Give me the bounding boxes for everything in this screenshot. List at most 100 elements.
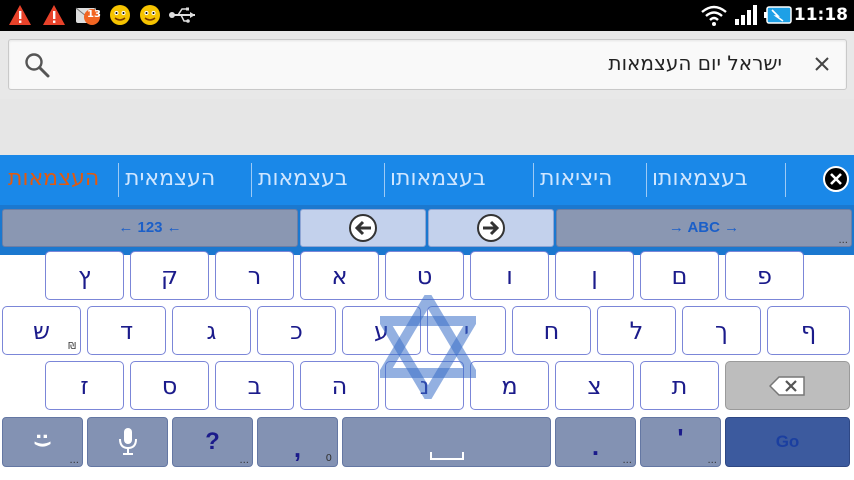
key-label: ק [160, 262, 179, 290]
close-suggestions-icon[interactable] [822, 165, 850, 193]
key-label: ס [161, 372, 178, 400]
key-label: ת [671, 372, 688, 400]
apostrophe-key[interactable]: '... [640, 417, 721, 467]
suggestion-divider [646, 163, 647, 197]
status-bar: 13 11:18 [0, 0, 854, 31]
close-icon[interactable] [812, 54, 832, 74]
backspace-key[interactable] [725, 361, 850, 410]
key[interactable]: ץ [45, 251, 124, 300]
numbers-key[interactable]: ← 123 ← [2, 209, 298, 247]
question-key[interactable]: ?... [172, 417, 253, 467]
key[interactable]: ט [385, 251, 464, 300]
key[interactable]: צ [555, 361, 634, 410]
go-key-label: Go [775, 432, 800, 451]
warning-icon [43, 5, 65, 25]
space-bar-icon [429, 452, 464, 460]
key[interactable]: מ [470, 361, 549, 410]
key[interactable]: י [427, 306, 506, 355]
more-dots: ... [239, 455, 249, 466]
key-label: ט [416, 262, 433, 290]
suggestion-item[interactable]: בעצמאותו [652, 166, 748, 191]
warning-icon [9, 5, 31, 25]
emoji-key-label: :) [32, 432, 53, 449]
comma-key-label: , [293, 433, 302, 463]
key-label: י [463, 317, 470, 345]
suggestion-item[interactable]: בעצמאותו [390, 166, 486, 191]
usb-icon [169, 7, 195, 23]
period-key[interactable]: .... [555, 417, 636, 467]
key[interactable]: ם [640, 251, 719, 300]
suggestion-item[interactable]: היציאות [540, 166, 612, 191]
key[interactable]: ו [470, 251, 549, 300]
search-icon[interactable] [24, 52, 50, 78]
key[interactable]: ן [555, 251, 634, 300]
key[interactable]: ז [45, 361, 124, 410]
key-label: ר [247, 262, 262, 290]
key[interactable]: ק [130, 251, 209, 300]
emoji-key[interactable]: :)... [2, 417, 83, 467]
on-screen-keyboard: העצמאות העצמאית בעצמאות בעצמאותו היציאות… [0, 155, 854, 480]
key-label: ב [247, 372, 262, 400]
key[interactable]: ע [342, 306, 421, 355]
key[interactable]: ך [682, 306, 761, 355]
key[interactable]: ף [767, 306, 850, 355]
key[interactable]: ח [512, 306, 591, 355]
more-dots: ... [622, 455, 632, 466]
search-input[interactable]: ישראל יום העצמאות [608, 51, 782, 75]
key[interactable]: כ [257, 306, 336, 355]
question-key-label: ? [205, 428, 220, 455]
key-label: ץ [78, 262, 91, 290]
key-label: ג [206, 317, 217, 345]
backspace-icon [768, 376, 805, 396]
suggestion-divider [118, 163, 119, 197]
key-label: ף [800, 317, 817, 345]
key-label: פ [757, 262, 772, 290]
key[interactable]: ב [215, 361, 294, 410]
voice-input-key[interactable] [87, 417, 168, 467]
key[interactable]: פ [725, 251, 804, 300]
key-label: צ [587, 372, 602, 400]
space-key[interactable] [342, 417, 551, 467]
more-dots: ... [707, 455, 717, 466]
keyboard-function-row: ← 123 ← → ABC →... [0, 205, 854, 255]
key[interactable]: ד [87, 306, 166, 355]
go-key[interactable]: Go [725, 417, 850, 467]
arrow-right-icon [477, 214, 505, 242]
key[interactable]: א [300, 251, 379, 300]
key[interactable]: ה [300, 361, 379, 410]
wifi-icon [701, 5, 727, 26]
key-hint: 0 [325, 453, 332, 464]
key[interactable]: ש ₪ [2, 306, 81, 355]
key[interactable]: ל [597, 306, 676, 355]
key-label: כ [290, 317, 303, 345]
cursor-right-key[interactable] [428, 209, 554, 247]
search-box[interactable]: ישראל יום העצמאות [8, 39, 847, 90]
comma-key[interactable]: ,0 [257, 417, 338, 467]
cursor-left-key[interactable] [300, 209, 426, 247]
suggestion-item[interactable]: העצמאות [8, 166, 99, 191]
key-label: מ [501, 372, 518, 400]
key[interactable]: ר [215, 251, 294, 300]
more-dots: ... [838, 235, 848, 246]
suggestion-item[interactable]: בעצמאות [258, 166, 348, 191]
abc-key-label: → ABC → [668, 219, 740, 236]
key[interactable]: נ [385, 361, 464, 410]
suggestion-item[interactable]: העצמאית [125, 166, 215, 191]
status-clock: 11:18 [793, 5, 848, 25]
key-label: ל [629, 317, 644, 345]
battery-icon [764, 6, 792, 24]
more-dots: ... [69, 455, 79, 466]
key-label: ו [506, 262, 513, 290]
key[interactable]: ת [640, 361, 719, 410]
suggestion-divider [384, 163, 385, 197]
key[interactable]: ס [130, 361, 209, 410]
key[interactable]: ג [172, 306, 251, 355]
emoticon-icon [140, 5, 160, 25]
missed-count-badge: 13 [87, 9, 101, 20]
abc-key[interactable]: → ABC →... [556, 209, 852, 247]
key-label: נ [419, 372, 430, 400]
key-label: ע [373, 317, 390, 345]
key-label: ך [715, 317, 728, 345]
search-area: ישראל יום העצמאות [0, 31, 854, 99]
key-label: ד [119, 317, 134, 345]
